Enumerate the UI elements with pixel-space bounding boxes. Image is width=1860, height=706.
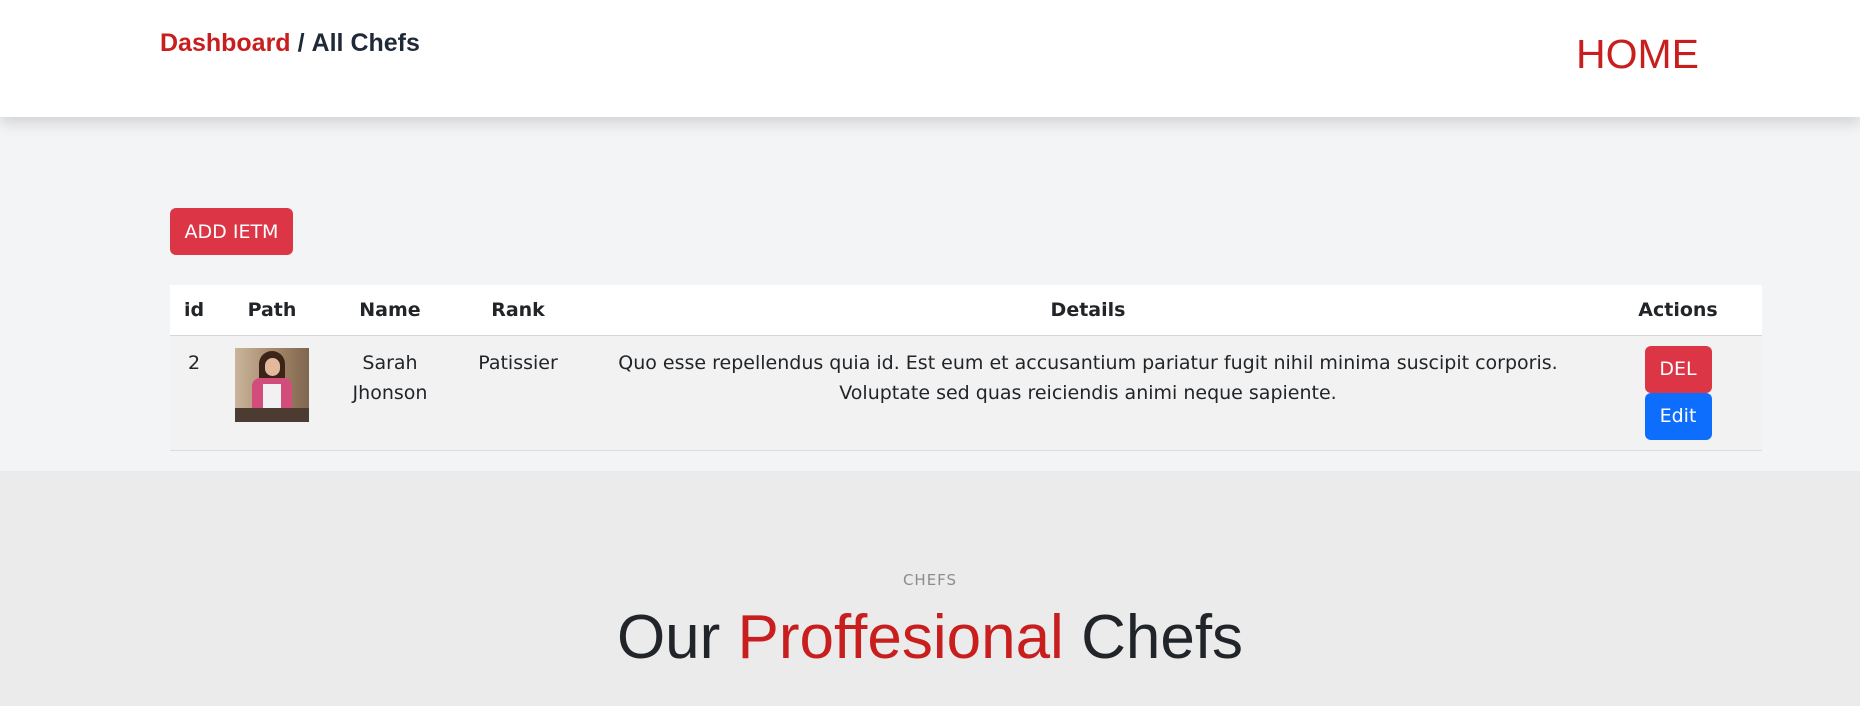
section-title-accent: Proffesional: [737, 603, 1064, 672]
column-header-name: Name: [326, 285, 454, 336]
column-header-actions: Actions: [1594, 285, 1762, 336]
chef-photo: [235, 348, 309, 422]
table-body: 2 Sarah Jhonson Patissier Quo esse repel…: [170, 335, 1762, 451]
add-item-button[interactable]: ADD IETM: [170, 208, 293, 255]
column-header-details: Details: [582, 285, 1594, 336]
breadcrumb-dashboard-link[interactable]: Dashboard: [160, 29, 291, 57]
edit-button[interactable]: Edit: [1644, 393, 1712, 440]
cell-id: 2: [170, 335, 218, 451]
breadcrumb: Dashboard / All Chefs: [160, 29, 420, 58]
cell-actions: DEL Edit: [1594, 335, 1762, 451]
cell-path: [218, 335, 326, 451]
top-header: Dashboard / All Chefs HOME: [0, 0, 1860, 117]
cell-rank: Patissier: [454, 335, 582, 451]
main-content: ADD IETM id Path Name Rank Details Actio…: [0, 117, 1860, 471]
section-title-part1: Our: [616, 603, 721, 672]
breadcrumb-current: All Chefs: [311, 29, 420, 57]
table-header-row: id Path Name Rank Details Actions: [170, 285, 1762, 336]
table-row: 2 Sarah Jhonson Patissier Quo esse repel…: [170, 335, 1762, 451]
column-header-rank: Rank: [454, 285, 582, 336]
cell-details: Quo esse repellendus quia id. Est eum et…: [582, 335, 1594, 451]
section-title-part2: Chefs: [1081, 603, 1244, 672]
breadcrumb-separator: /: [297, 29, 305, 57]
column-header-path: Path: [218, 285, 326, 336]
column-header-id: id: [170, 285, 218, 336]
photo-face: [265, 358, 280, 376]
chefs-section: CHEFS Our Proffesional Chefs: [0, 471, 1860, 706]
section-title: Our Proffesional Chefs: [0, 602, 1860, 674]
table-header: id Path Name Rank Details Actions: [170, 285, 1762, 336]
section-kicker: CHEFS: [902, 571, 958, 589]
chefs-table: id Path Name Rank Details Actions 2 Sara…: [170, 285, 1762, 451]
home-link[interactable]: HOME: [1576, 30, 1699, 78]
photo-counter: [235, 408, 309, 422]
cell-name: Sarah Jhonson: [326, 335, 454, 451]
delete-button[interactable]: DEL: [1644, 346, 1712, 393]
